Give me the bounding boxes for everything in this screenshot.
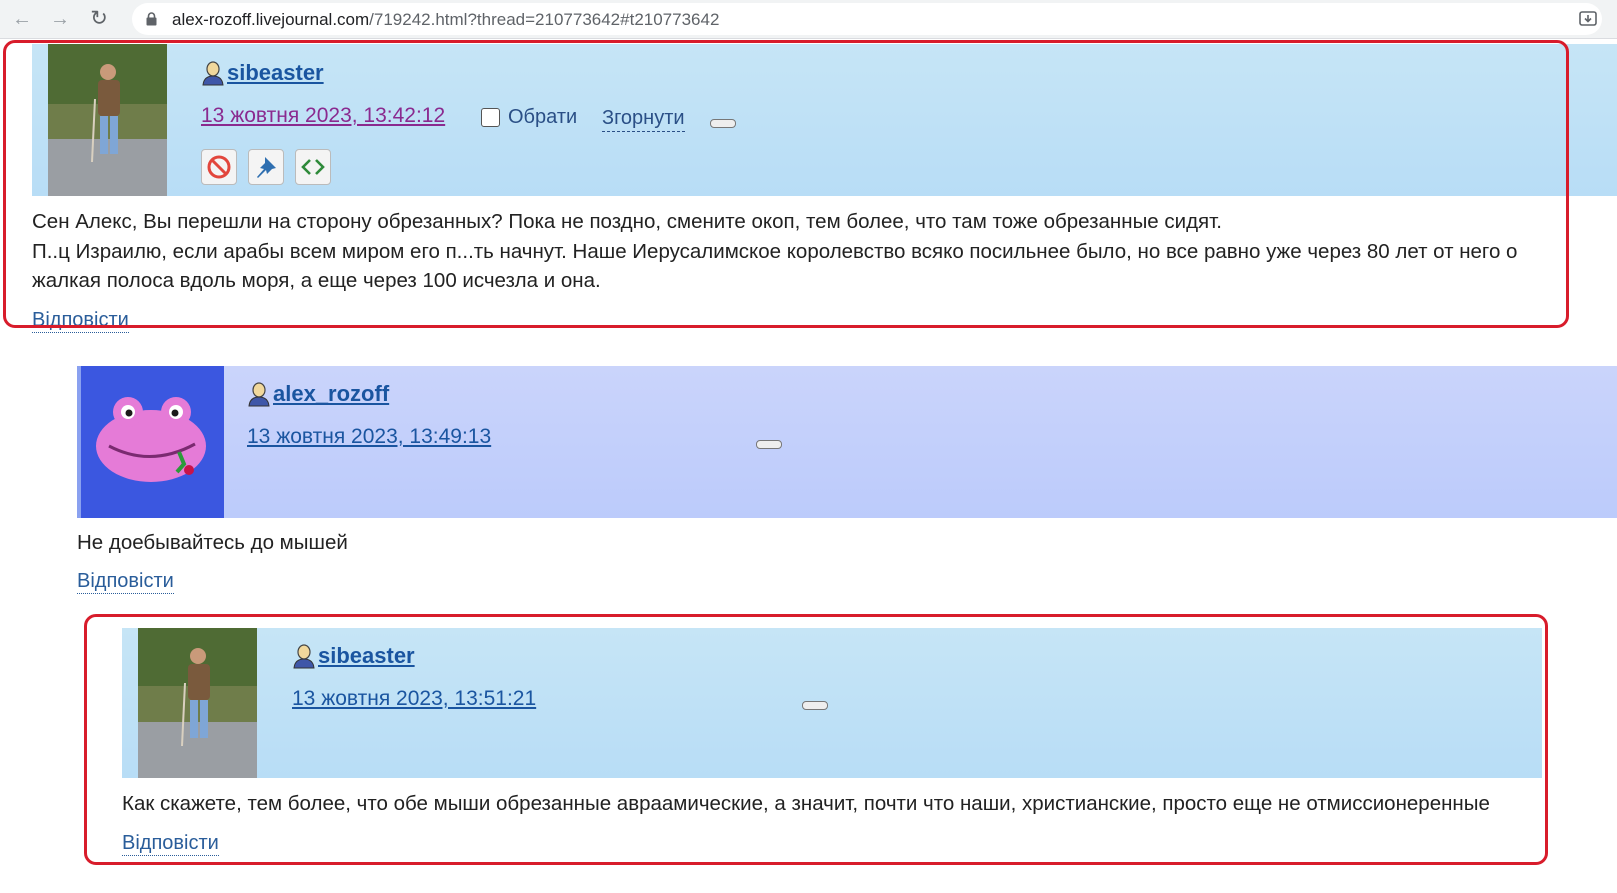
comment-3-userpic[interactable]	[138, 628, 257, 778]
comment-1-datetime-link[interactable]: 13 жовтня 2023, 13:42:12	[201, 104, 445, 128]
select-checkbox[interactable]	[481, 108, 500, 127]
comment-line: жалкая полоса вдоль моря, а еще через 10…	[32, 269, 601, 292]
url-host: alex-rozoff.livejournal.com	[172, 10, 370, 29]
comment-line: Сен Алекс, Вы перешли на сторону обрезан…	[32, 210, 1222, 233]
pin-icon	[257, 157, 276, 178]
back-arrow-icon[interactable]: ←	[10, 7, 34, 31]
comment-1-select[interactable]: Обрати	[481, 106, 577, 129]
comment-2-datetime-link[interactable]: 13 жовтня 2023, 13:49:13	[247, 425, 491, 449]
comment-1-userpic[interactable]	[48, 44, 167, 196]
address-bar[interactable]: alex-rozoff.livejournal.com/719242.html?…	[132, 3, 1602, 35]
comment-1-text: Сен Алекс, Вы перешли на сторону обрезан…	[32, 207, 1517, 296]
user-icon	[248, 382, 270, 407]
install-icon[interactable]	[1578, 9, 1598, 29]
comment-2-text: Не доебывайтесь до мышей	[77, 528, 348, 558]
select-label: Обрати	[508, 106, 578, 128]
lock-icon	[146, 12, 157, 26]
code-button[interactable]	[295, 149, 331, 185]
comment-3-text: Как скажете, тем более, что обе мыши обр…	[122, 789, 1490, 819]
comment-3-datetime-link[interactable]: 13 жовтня 2023, 13:51:21	[292, 687, 536, 711]
comment-1-username-row: sibeaster	[201, 60, 324, 86]
expand-toggle[interactable]	[710, 119, 736, 128]
reload-icon[interactable]: ↻	[87, 7, 111, 31]
username-link[interactable]: alex_rozoff	[273, 381, 389, 407]
comment-1-reply-link[interactable]: Відповісти	[32, 309, 129, 333]
comment-line: П..ц Израилю, если арабы всем миром его …	[32, 239, 1518, 263]
code-icon	[301, 159, 325, 175]
url-text: alex-rozoff.livejournal.com/719242.html?…	[172, 10, 719, 30]
comment-2-reply-link[interactable]: Відповісти	[77, 570, 174, 594]
user-icon	[202, 61, 224, 86]
comment-2-username-row: alex_rozoff	[247, 381, 389, 407]
avatar-photo	[48, 44, 167, 196]
avatar-frog	[81, 366, 224, 518]
comment-line: Как скажете, тем более, что обе мыши обр…	[122, 792, 1490, 815]
url-path: /719242.html?thread=210773642#t210773642	[369, 10, 720, 29]
pin-button[interactable]	[248, 149, 284, 185]
ban-button[interactable]	[201, 149, 237, 185]
forward-arrow-icon[interactable]: →	[48, 7, 72, 31]
ban-icon	[207, 155, 231, 179]
comment-line: Не доебывайтесь до мышей	[77, 531, 348, 554]
user-icon	[293, 644, 315, 669]
avatar-photo	[138, 628, 257, 778]
username-link[interactable]: sibeaster	[227, 60, 324, 86]
browser-toolbar: ← → ↻ alex-rozoff.livejournal.com/719242…	[0, 0, 1617, 39]
expand-toggle[interactable]	[802, 701, 828, 710]
collapse-link[interactable]: Згорнути	[602, 107, 685, 132]
expand-toggle[interactable]	[756, 440, 782, 449]
comment-3-reply-link[interactable]: Відповісти	[122, 832, 219, 856]
username-link[interactable]: sibeaster	[318, 643, 415, 669]
comment-2-userpic[interactable]	[81, 366, 224, 518]
comment-3-username-row: sibeaster	[292, 643, 415, 669]
